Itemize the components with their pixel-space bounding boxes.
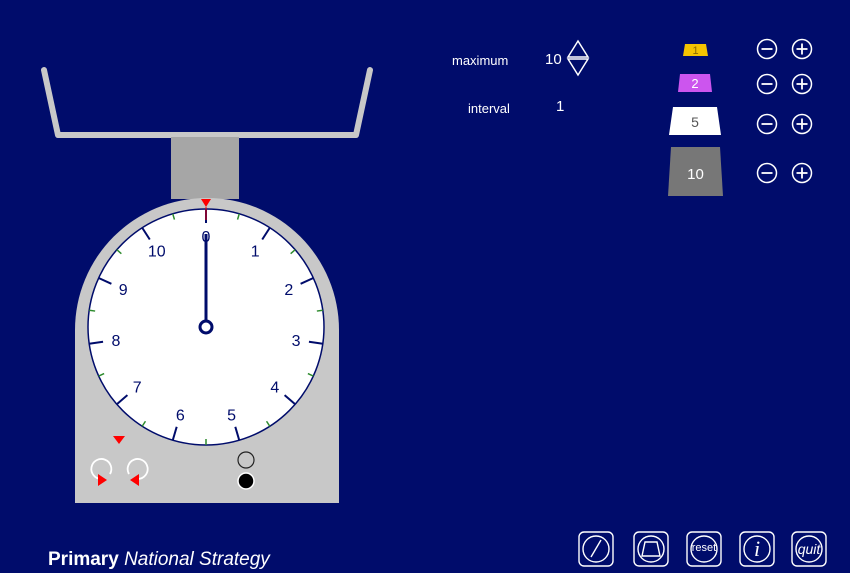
dial-number: 9: [119, 282, 128, 299]
weight-1[interactable]: 1: [683, 44, 708, 57]
quit-label: quit: [797, 541, 821, 557]
brand-italic: National Strategy: [124, 549, 270, 570]
scale-pan: [41, 67, 373, 138]
maximum-value: 10: [545, 51, 562, 68]
weight-10[interactable]: 10: [668, 147, 723, 196]
brand-footer: Primary National Strategy: [48, 549, 270, 571]
interval-value: 1: [556, 98, 565, 115]
weight-icon: [641, 541, 661, 557]
dial-number: 4: [270, 380, 279, 397]
info-button[interactable]: i: [739, 531, 775, 567]
weight-1-label: 1: [692, 45, 698, 57]
weight-1-plus-icon[interactable]: [791, 38, 813, 60]
weight-10-label: 10: [687, 166, 704, 183]
weight-2-minus-icon[interactable]: [756, 73, 778, 95]
weight-10-plus-icon[interactable]: [791, 162, 813, 184]
weight-2-label: 2: [691, 76, 698, 91]
reset-button[interactable]: reset: [686, 531, 722, 567]
dial-number: 8: [111, 333, 120, 350]
info-icon: i: [753, 536, 761, 561]
maximum-down-icon[interactable]: [566, 58, 590, 77]
dial-number: 3: [292, 333, 301, 350]
maximum-up-icon[interactable]: [566, 39, 590, 58]
maximum-stepper[interactable]: [566, 38, 590, 78]
weight-5-plus-icon[interactable]: [791, 113, 813, 135]
weight-5[interactable]: 5: [669, 107, 721, 135]
weight-1-minus-icon[interactable]: [756, 38, 778, 60]
weight-2[interactable]: 2: [678, 74, 712, 92]
weight-5-label: 5: [691, 114, 699, 130]
quit-button[interactable]: quit: [791, 531, 827, 567]
interval-label: interval: [468, 101, 510, 116]
weights-view-button[interactable]: [633, 531, 669, 567]
reset-label: reset: [691, 542, 717, 554]
dial-number: 2: [284, 282, 293, 299]
dial-number: 10: [148, 243, 166, 260]
option-filled-circle[interactable]: [237, 472, 255, 490]
maximum-label: maximum: [452, 53, 509, 68]
dial-number: 5: [227, 407, 236, 424]
dial-number: 1: [251, 243, 260, 260]
dial-number: 7: [133, 380, 142, 397]
weight-adjust-buttons: [756, 38, 813, 184]
dial-hub: [198, 319, 214, 335]
brand-bold: Primary: [48, 549, 119, 570]
weights-panel: 1 2 5 10: [668, 44, 723, 196]
dial-minor-tick: [316, 309, 323, 312]
weight-5-minus-icon[interactable]: [756, 113, 778, 135]
weight-10-minus-icon[interactable]: [756, 162, 778, 184]
dial-minor-tick: [89, 309, 96, 312]
scale-column: [171, 137, 239, 199]
dial-view-button[interactable]: [578, 531, 614, 567]
dial-number: 6: [176, 407, 185, 424]
weight-2-plus-icon[interactable]: [791, 73, 813, 95]
